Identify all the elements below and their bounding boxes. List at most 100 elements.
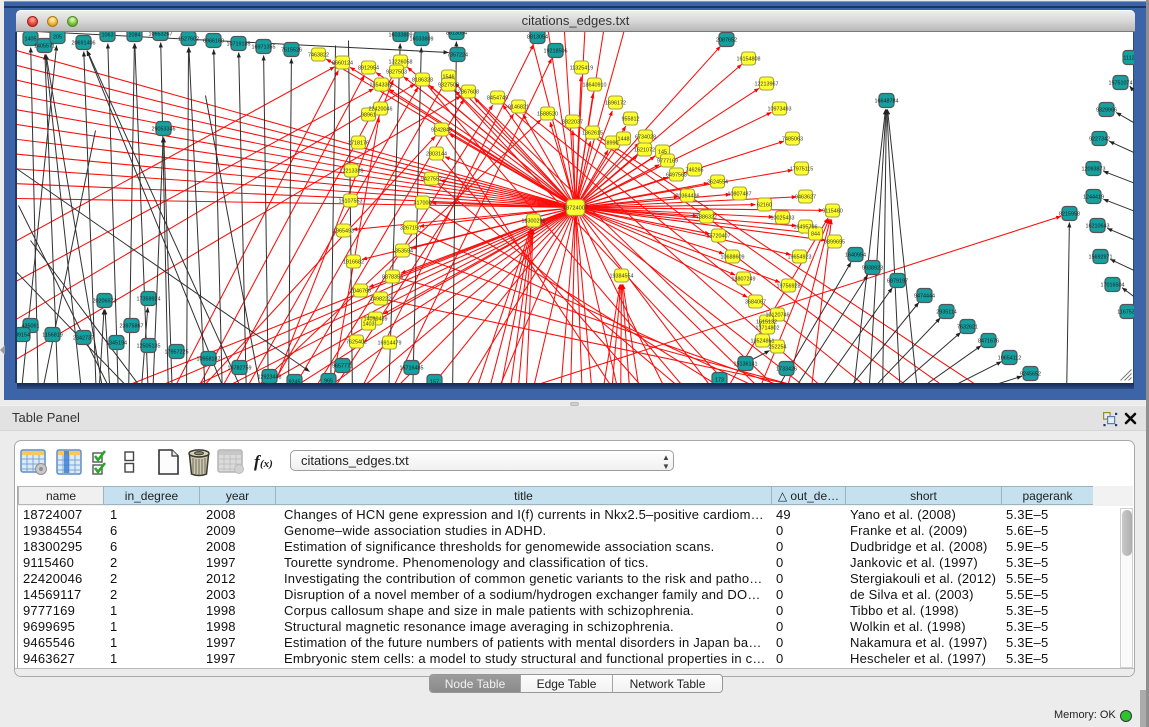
- svg-text:1063: 1063: [101, 32, 113, 38]
- svg-text:1696172: 1696172: [605, 100, 626, 106]
- svg-text:19384554: 19384554: [609, 273, 633, 279]
- svg-text:16782759: 16782759: [227, 365, 251, 371]
- svg-text:1353594: 1353594: [392, 248, 413, 254]
- svg-text:9242848: 9242848: [431, 127, 452, 133]
- svg-text:9327503: 9327503: [386, 69, 407, 75]
- svg-text:15751074: 15751074: [1108, 80, 1132, 86]
- svg-text:8186328: 8186328: [412, 77, 433, 83]
- svg-text:13226058: 13226058: [388, 59, 412, 65]
- svg-text:1448: 1448: [617, 136, 629, 142]
- svg-text:205: 205: [53, 34, 62, 40]
- svg-text:10688609: 10688609: [720, 254, 744, 260]
- svg-text:16543362: 16543362: [369, 82, 393, 88]
- svg-text:1167533: 1167533: [1117, 309, 1134, 315]
- svg-text:17975115: 17975115: [789, 166, 813, 172]
- svg-text:17359924: 17359924: [136, 296, 160, 302]
- svg-text:1621072: 1621072: [634, 147, 655, 153]
- svg-text:19756928: 19756928: [776, 283, 800, 289]
- svg-text:3624554: 3624554: [707, 179, 728, 185]
- svg-text:12213967: 12213967: [754, 81, 778, 87]
- svg-text:11123: 11123: [1123, 55, 1134, 61]
- svg-text:145: 145: [658, 149, 667, 155]
- svg-text:16107553: 16107553: [338, 198, 362, 204]
- svg-text:16210643: 16210643: [1085, 223, 1109, 229]
- svg-text:1345194: 1345194: [106, 340, 127, 346]
- svg-text:98961: 98961: [361, 112, 376, 118]
- svg-text:19218506: 19218506: [543, 48, 567, 54]
- svg-text:9146821: 9146821: [508, 104, 529, 110]
- svg-text:435061: 435061: [21, 323, 39, 329]
- svg-text:10120746: 10120746: [765, 312, 789, 318]
- svg-text:16033809: 16033809: [409, 36, 433, 42]
- svg-text:19654923: 19654923: [787, 254, 811, 260]
- svg-text:9427552: 9427552: [421, 176, 442, 182]
- svg-text:8813054: 8813054: [446, 32, 467, 36]
- svg-text:11325419: 11325419: [569, 65, 593, 71]
- svg-text:2718176: 2718176: [348, 140, 369, 146]
- svg-text:1362615: 1362615: [582, 130, 603, 136]
- svg-text:2084: 2084: [128, 32, 140, 38]
- svg-text:39154: 39154: [17, 332, 30, 338]
- svg-text:9115460: 9115460: [822, 208, 843, 214]
- svg-text:62160: 62160: [757, 202, 772, 208]
- svg-text:1405: 1405: [24, 36, 36, 42]
- svg-text:7625402: 7625402: [346, 339, 367, 345]
- svg-text:1546: 1546: [442, 74, 454, 80]
- svg-text:1403: 1403: [362, 321, 374, 327]
- svg-text:2867608: 2867608: [458, 89, 479, 95]
- svg-text:13714802: 13714802: [755, 325, 779, 331]
- svg-text:1916682: 1916682: [343, 259, 364, 265]
- svg-text:16914479: 16914479: [377, 340, 401, 346]
- svg-text:18640910: 18640910: [582, 82, 606, 88]
- svg-text:1244419: 1244419: [1083, 194, 1104, 200]
- svg-text:15136141: 15136141: [733, 361, 757, 367]
- svg-text:8215958: 8215958: [1059, 211, 1080, 217]
- svg-text:1156819: 1156819: [42, 332, 63, 338]
- svg-text:9899695: 9899695: [824, 239, 845, 245]
- svg-text:16971355: 16971355: [251, 44, 275, 50]
- svg-text:18807249: 18807249: [731, 276, 755, 282]
- svg-text:1405571: 1405571: [34, 43, 55, 49]
- svg-text:7386322: 7386322: [696, 214, 717, 220]
- svg-text:12923448: 12923448: [257, 374, 281, 380]
- svg-text:8813054: 8813054: [527, 34, 548, 40]
- svg-text:9245652: 9245652: [1020, 371, 1041, 377]
- svg-text:12505135: 12505135: [136, 343, 160, 349]
- svg-text:16495796: 16495796: [793, 224, 817, 230]
- svg-text:1733426: 1733426: [776, 366, 797, 372]
- svg-text:2046768: 2046768: [350, 288, 371, 294]
- svg-text:10958187: 10958187: [196, 356, 220, 362]
- svg-text:8912954: 8912954: [358, 65, 379, 71]
- svg-text:1965493: 1965493: [333, 228, 354, 234]
- svg-text:15716485: 15716485: [399, 365, 423, 371]
- svg-text:12093873: 12093873: [1081, 166, 1105, 172]
- svg-text:3684067: 3684067: [745, 299, 766, 305]
- svg-text:10025433: 10025433: [770, 215, 794, 221]
- svg-text:16648784: 16648784: [874, 98, 898, 104]
- svg-text:6497568: 6497568: [666, 172, 687, 178]
- svg-text:2803144: 2803144: [426, 151, 447, 157]
- svg-text:9938923: 9938923: [862, 265, 883, 271]
- svg-text:20691406: 20691406: [71, 40, 95, 46]
- svg-text:8878354: 8878354: [382, 274, 403, 280]
- svg-text:2935114: 2935114: [936, 309, 957, 315]
- svg-text:29053346: 29053346: [151, 126, 175, 132]
- svg-text:16154808: 16154808: [736, 56, 760, 62]
- svg-text:8454749: 8454749: [487, 95, 508, 101]
- svg-text:10973493: 10973493: [767, 106, 791, 112]
- svg-text:417006: 417006: [413, 200, 431, 206]
- svg-text:17016504: 17016504: [1100, 282, 1124, 288]
- svg-text:6734028: 6734028: [635, 134, 656, 140]
- svg-text:10654112: 10654112: [997, 355, 1021, 361]
- svg-text:9327508: 9327508: [438, 82, 459, 88]
- svg-text:3267150: 3267150: [400, 225, 421, 231]
- svg-text:8471676: 8471676: [978, 338, 999, 344]
- svg-text:15692971: 15692971: [1088, 254, 1112, 260]
- svg-text:844: 844: [811, 231, 820, 237]
- svg-text:2087652: 2087652: [716, 37, 737, 43]
- svg-text:7515526: 7515526: [281, 47, 302, 53]
- svg-text:8322037: 8322037: [562, 119, 583, 125]
- svg-text:20364436: 20364436: [675, 193, 699, 199]
- svg-text:1640954: 1640954: [845, 252, 866, 258]
- svg-text:1527602: 1527602: [178, 36, 199, 42]
